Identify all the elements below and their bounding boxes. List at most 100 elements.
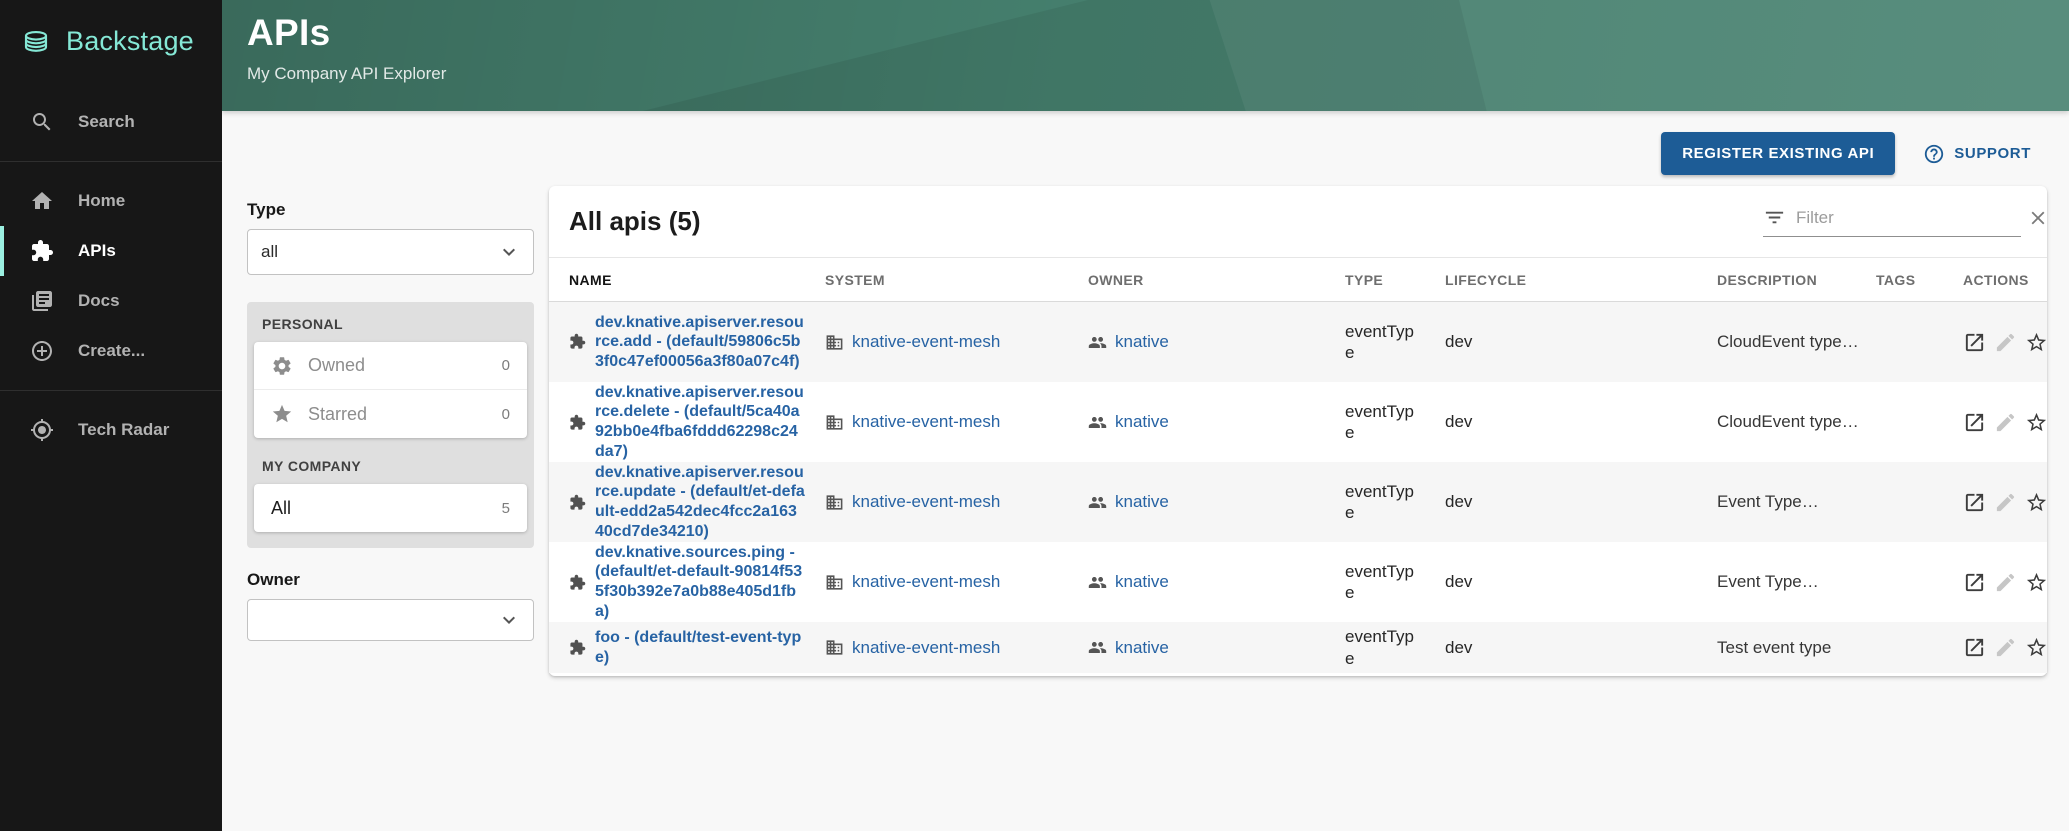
owner-link[interactable]: knative [1115,412,1169,432]
table-row: dev.knative.apiserver.resource.delete - … [549,382,2047,462]
domain-icon [825,638,844,657]
sidebar-item-label: Home [78,191,125,211]
toolbar: REGISTER EXISTING API SUPPORT [1661,132,2031,175]
sidebar-item-create[interactable]: Create... [0,326,222,376]
owner-link[interactable]: knative [1115,572,1169,592]
star-border-icon[interactable] [2025,491,2048,514]
entity-picker-panel: PERSONAL Owned 0 Starred 0 MY COMPANY Al… [247,302,534,548]
type-cell: eventType [1345,561,1419,604]
search-icon [30,110,54,134]
sidebar-item-label: Tech Radar [78,420,169,440]
api-name-link[interactable]: dev.knative.sources.ping - (default/et-d… [595,543,805,621]
domain-icon [825,413,844,432]
filter-item-label: Starred [308,404,487,425]
owner-link[interactable]: knative [1115,492,1169,512]
open-in-new-icon[interactable] [1963,636,1986,659]
type-cell: eventType [1345,401,1419,444]
star-border-icon[interactable] [2025,411,2048,434]
chevron-down-icon [497,608,521,632]
extension-icon [569,639,586,656]
register-existing-api-button[interactable]: REGISTER EXISTING API [1661,132,1895,175]
api-name-link[interactable]: dev.knative.apiserver.resource.delete - … [595,383,805,461]
owner-link[interactable]: knative [1115,638,1169,658]
domain-icon [825,573,844,592]
table-header-bar: All apis (5) [549,186,2047,258]
filter-item-owned[interactable]: Owned 0 [254,342,527,390]
lifecycle-cell: dev [1445,332,1717,352]
group-icon [1088,493,1107,512]
system-link[interactable]: knative-event-mesh [852,492,1000,512]
help-icon [1923,143,1945,165]
sidebar-item-home[interactable]: Home [0,176,222,226]
star-border-icon[interactable] [2025,571,2048,594]
filter-item-count: 5 [502,500,510,517]
description-cell: Test event type [1717,638,1876,658]
owner-link[interactable]: knative [1115,332,1169,352]
table-row: dev.knative.apiserver.resource.add - (de… [549,302,2047,382]
group-icon [1088,413,1107,432]
star-border-icon[interactable] [2025,636,2048,659]
system-link[interactable]: knative-event-mesh [852,412,1000,432]
star-border-icon[interactable] [2025,331,2048,354]
chevron-down-icon [497,240,521,264]
owner-select[interactable] [247,599,534,641]
column-header-description[interactable]: DESCRIPTION [1717,272,1876,288]
table-filter-input[interactable] [1796,208,2017,228]
extension-icon [569,414,586,431]
backstage-logo-icon [20,27,52,57]
table-row: dev.knative.sources.ping - (default/et-d… [549,542,2047,622]
page-header: APIs My Company API Explorer [222,0,2069,111]
home-icon [30,189,54,213]
column-header-owner[interactable]: OWNER [1088,272,1345,288]
extension-icon [569,494,586,511]
description-cell: Event Type… [1717,572,1876,592]
sidebar-item-apis[interactable]: APIs [0,226,222,276]
column-header-name[interactable]: NAME [569,272,825,288]
filter-item-count: 0 [502,406,510,423]
sidebar-item-search[interactable]: Search [0,97,222,147]
edit-icon[interactable] [1994,636,2017,659]
open-in-new-icon[interactable] [1963,491,1986,514]
edit-icon[interactable] [1994,491,2017,514]
filter-item-label: Owned [308,355,487,376]
filter-item-all[interactable]: All 5 [254,484,527,532]
description-cell: CloudEvent type… [1717,412,1876,432]
owner-filter-label: Owner [247,570,534,590]
filter-item-starred[interactable]: Starred 0 [254,390,527,438]
column-header-tags[interactable]: TAGS [1876,272,1963,288]
filter-item-count: 0 [502,357,510,374]
open-in-new-icon[interactable] [1963,331,1986,354]
personal-group-card: Owned 0 Starred 0 [254,342,527,438]
type-cell: eventType [1345,321,1419,364]
clear-filter-icon[interactable] [2027,207,2049,229]
api-name-link[interactable]: dev.knative.apiserver.resource.add - (de… [595,313,805,372]
sidebar-item-docs[interactable]: Docs [0,276,222,326]
column-header-system[interactable]: SYSTEM [825,272,1088,288]
edit-icon[interactable] [1994,331,2017,354]
backstage-logo[interactable]: Backstage [0,0,222,57]
radar-icon [30,418,54,442]
column-header-type[interactable]: TYPE [1345,272,1445,288]
domain-icon [825,493,844,512]
api-name-link[interactable]: dev.knative.apiserver.resource.update - … [595,463,805,541]
api-name-link[interactable]: foo - (default/test-event-type) [595,628,805,667]
open-in-new-icon[interactable] [1963,571,1986,594]
table-title: All apis (5) [569,206,700,237]
company-group-card: All 5 [254,484,527,532]
sidebar-divider [0,161,222,162]
sidebar-divider [0,390,222,391]
table-row: foo - (default/test-event-type) knative-… [549,622,2047,673]
sidebar-item-tech-radar[interactable]: Tech Radar [0,405,222,455]
support-button[interactable]: SUPPORT [1923,143,2031,165]
edit-icon[interactable] [1994,571,2017,594]
type-select[interactable]: all [247,229,534,275]
system-link[interactable]: knative-event-mesh [852,638,1000,658]
sidebar-item-label: Create... [78,341,145,361]
system-link[interactable]: knative-event-mesh [852,572,1000,592]
edit-icon[interactable] [1994,411,2017,434]
open-in-new-icon[interactable] [1963,411,1986,434]
lifecycle-cell: dev [1445,492,1717,512]
system-link[interactable]: knative-event-mesh [852,332,1000,352]
table-filter [1763,206,2021,237]
column-header-lifecycle[interactable]: LIFECYCLE [1445,272,1717,288]
